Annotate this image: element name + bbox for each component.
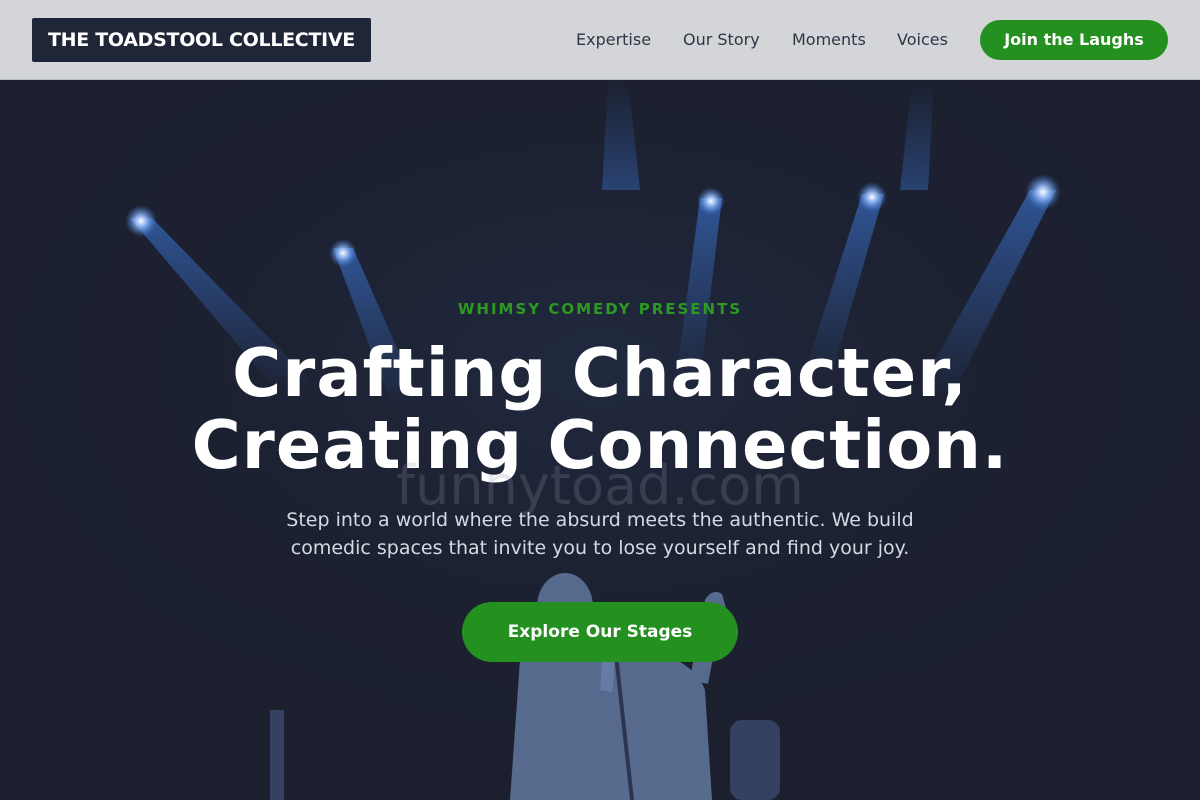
explore-our-stages-button[interactable]: Explore Our Stages	[462, 602, 738, 662]
hero-subtext-line-1: Step into a world where the absurd meets…	[286, 509, 914, 531]
hero-headline-line-1: Crafting Character,	[232, 334, 968, 412]
site-logo[interactable]: THE TOADSTOOL COLLECTIVE	[32, 18, 371, 62]
nav-link-voices[interactable]: Voices	[897, 29, 948, 51]
join-the-laughs-button[interactable]: Join the Laughs	[980, 20, 1168, 60]
site-header: THE TOADSTOOL COLLECTIVE Expertise Our S…	[0, 0, 1200, 80]
nav-link-our-story[interactable]: Our Story	[683, 29, 760, 51]
hero-eyebrow: WHIMSY COMEDY PRESENTS	[457, 300, 743, 318]
landing-page: THE TOADSTOOL COLLECTIVE Expertise Our S…	[0, 0, 1200, 800]
hero-section: WHIMSY COMEDY PRESENTS Crafting Characte…	[0, 80, 1200, 800]
hero-subtext-line-2: comedic spaces that invite you to lose y…	[290, 537, 910, 559]
hero-subtext: Step into a world where the absurd meets…	[250, 506, 950, 562]
nav-link-moments[interactable]: Moments	[792, 29, 866, 51]
nav-link-expertise[interactable]: Expertise	[576, 29, 651, 51]
